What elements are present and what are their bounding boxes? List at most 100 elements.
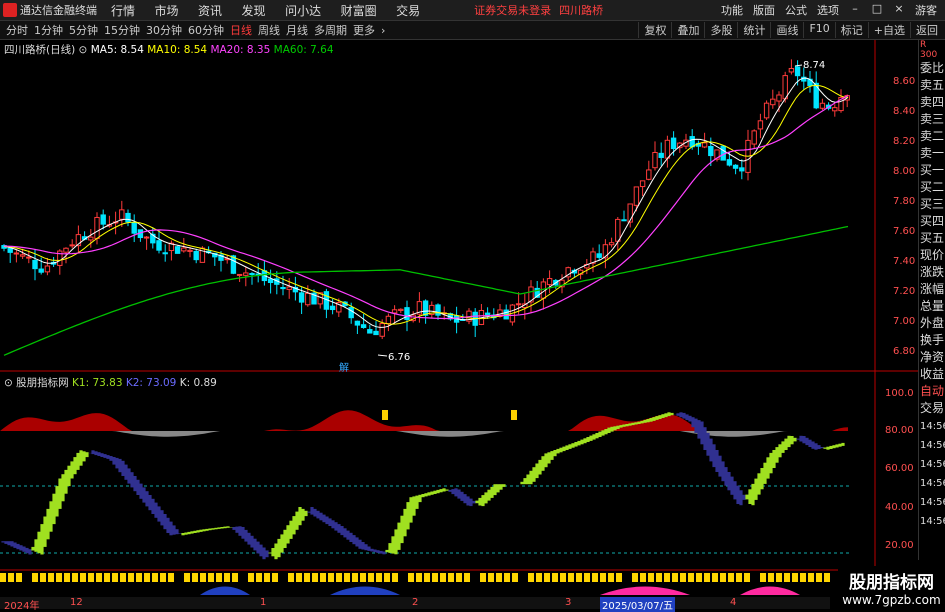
right-tab[interactable]: 总量 — [919, 298, 945, 315]
candle — [398, 308, 404, 313]
maximize-icon[interactable]: □ — [871, 2, 883, 18]
login-status[interactable]: 证券交易未登录 — [474, 2, 551, 18]
candle — [249, 272, 255, 285]
candle — [763, 100, 770, 120]
right-tab[interactable]: 卖四 — [919, 94, 945, 111]
menu-item[interactable]: 财富圈 — [341, 4, 377, 18]
candle — [546, 270, 553, 294]
right-tab[interactable]: 买五 — [919, 230, 945, 247]
right-tab[interactable]: 买四 — [919, 213, 945, 230]
right-tab[interactable]: 净资 — [919, 349, 945, 366]
period-tab[interactable]: 多周期 — [314, 22, 347, 38]
right-tab[interactable]: 买三 — [919, 196, 945, 213]
menu-item[interactable]: 发现 — [242, 4, 266, 18]
right-menu: 功能 版面 公式 选项 – □ × 游客 — [721, 2, 937, 18]
candle — [50, 257, 57, 267]
stats-button[interactable]: 统计 — [737, 22, 770, 38]
multi-stock-button[interactable]: 多股 — [704, 22, 737, 38]
yellow-signal — [511, 410, 517, 420]
right-tab[interactable]: 买二 — [919, 179, 945, 196]
menu-formula[interactable]: 公式 — [785, 2, 807, 18]
candle — [131, 214, 137, 243]
menu-function[interactable]: 功能 — [721, 2, 743, 18]
fuquan-button[interactable]: 复权 — [638, 22, 671, 38]
back-button[interactable]: 返回 — [910, 22, 943, 38]
right-tab[interactable]: 现价 — [919, 247, 945, 264]
cursor-date: 2025/03/07/五 — [600, 597, 676, 612]
toolbar-buttons: 复权 叠加 多股 统计 画线 F10 标记 +自选 返回 — [638, 22, 943, 38]
candle — [788, 59, 795, 75]
period-tab[interactable]: 1分钟 — [34, 22, 63, 38]
time-axis-tick: 1 — [260, 597, 267, 608]
time-axis-tick: 3 — [565, 597, 572, 608]
menu-options[interactable]: 选项 — [817, 2, 839, 18]
candle — [7, 247, 13, 263]
chevron-right-icon[interactable]: › — [381, 24, 385, 37]
watermark-cn: 股朋指标网 — [849, 573, 934, 593]
period-tab[interactable]: 60分钟 — [188, 22, 224, 38]
candle — [317, 292, 323, 309]
candle — [633, 186, 640, 212]
candle — [472, 308, 478, 338]
close-icon[interactable]: × — [893, 2, 905, 18]
time-axis-tick: 12 — [70, 597, 83, 608]
candle — [162, 244, 168, 262]
app-logo-icon — [3, 3, 17, 17]
right-tab[interactable]: 自动 — [919, 383, 945, 400]
expand-icon[interactable]: ⊙ — [79, 44, 88, 56]
k2-label: K2: 73.09 — [125, 377, 177, 389]
period-tab-more[interactable]: 更多 — [353, 22, 375, 38]
right-tab[interactable]: 卖三 — [919, 111, 945, 128]
period-toolbar: 分时 1分钟 5分钟 15分钟 30分钟 60分钟 日线 周线 月线 多周期 更… — [0, 21, 945, 40]
menu-item[interactable]: 资讯 — [198, 4, 222, 18]
candle — [608, 237, 615, 248]
candle — [181, 237, 187, 253]
right-tab[interactable]: 买一 — [919, 162, 945, 179]
ma20-label: MA20: 8.35 — [210, 44, 271, 56]
draw-line-button[interactable]: 画线 — [770, 22, 803, 38]
right-tab[interactable]: 涨幅 — [919, 281, 945, 298]
guest-label[interactable]: 游客 — [915, 2, 937, 18]
candle — [453, 306, 460, 334]
period-tab[interactable]: 5分钟 — [69, 22, 98, 38]
right-tab[interactable]: 涨跌 — [919, 264, 945, 281]
menu-item[interactable]: 市场 — [155, 4, 179, 18]
period-tab[interactable]: 周线 — [258, 22, 280, 38]
expand-icon[interactable]: ⊙ — [4, 377, 13, 389]
add-watchlist-button[interactable]: +自选 — [867, 22, 910, 38]
time-axis: 2024年 12 1 2 3 2025/03/07/五 4 — [0, 597, 830, 612]
menu-item[interactable]: 交易 — [396, 4, 420, 18]
candle — [540, 278, 547, 310]
right-tab[interactable]: 卖五 — [919, 77, 945, 94]
period-tab[interactable]: 15分钟 — [104, 22, 140, 38]
candle — [658, 142, 664, 166]
menu-item[interactable]: 问小达 — [285, 4, 321, 18]
right-tab[interactable]: 委比 — [919, 60, 945, 77]
f10-button[interactable]: F10 — [803, 22, 834, 38]
period-tab-active[interactable]: 日线 — [230, 22, 252, 38]
menu-item[interactable]: 行情 — [111, 4, 135, 18]
right-tab[interactable]: 交易 — [919, 400, 945, 417]
right-tab[interactable]: 卖一 — [919, 145, 945, 162]
candle — [584, 258, 590, 275]
right-tab[interactable]: 换手 — [919, 332, 945, 349]
low-label: 6.76 — [388, 352, 410, 363]
period-tab[interactable]: 分时 — [6, 22, 28, 38]
period-tab[interactable]: 月线 — [286, 22, 308, 38]
menu-layout[interactable]: 版面 — [753, 2, 775, 18]
candle — [193, 248, 199, 264]
period-tab[interactable]: 30分钟 — [146, 22, 182, 38]
ma60-label: MA60: 7.64 — [273, 44, 334, 56]
right-tab[interactable]: 收益 — [919, 366, 945, 383]
overlay-button[interactable]: 叠加 — [671, 22, 704, 38]
time-axis-tick: 2024年 — [4, 601, 40, 612]
kline-chart[interactable]: 8.60 8.40 8.20 8.00 7.80 7.60 7.40 7.20 … — [0, 40, 918, 600]
minimize-icon[interactable]: – — [849, 2, 861, 18]
candle — [602, 239, 609, 269]
main-panel-title-bar: 四川路桥(日线) ⊙ MA5: 8.54 MA10: 8.54 MA20: 8.… — [4, 42, 334, 57]
right-tab[interactable]: 外盘 — [919, 315, 945, 332]
candle — [354, 320, 361, 334]
candle — [739, 159, 745, 180]
mark-button[interactable]: 标记 — [834, 22, 868, 38]
right-tab[interactable]: 卖二 — [919, 128, 945, 145]
